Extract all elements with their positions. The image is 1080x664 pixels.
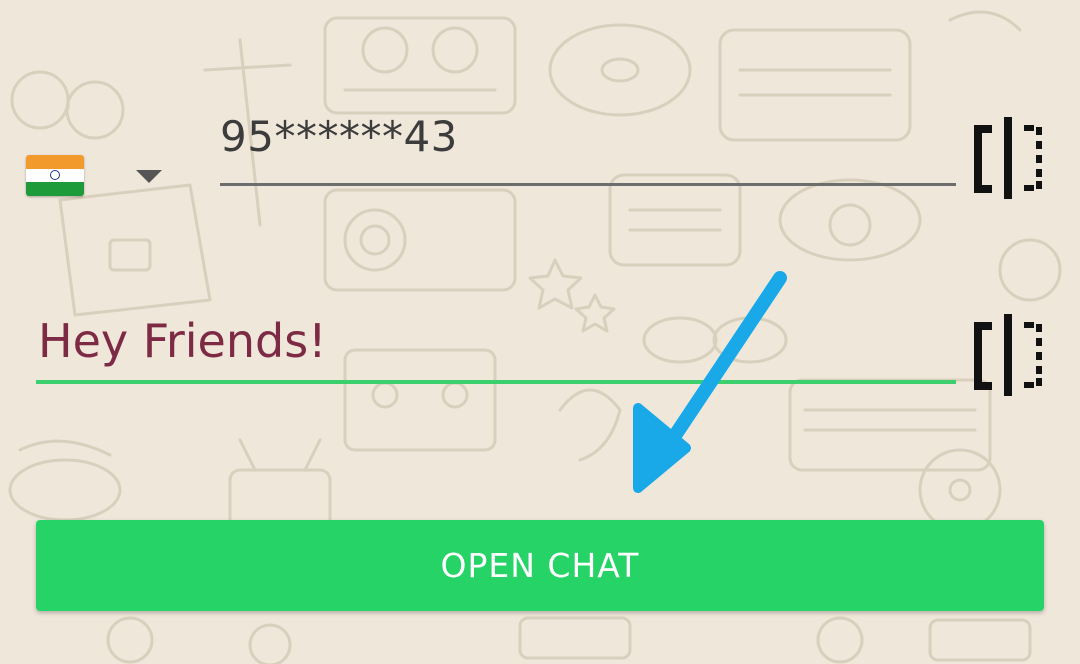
open-chat-label: OPEN CHAT: [440, 546, 640, 585]
caret-down-icon[interactable]: [136, 170, 162, 183]
country-selector[interactable]: [18, 140, 178, 210]
phone-number-value[interactable]: 95******43: [220, 112, 458, 161]
message-value[interactable]: Hey Friends!: [38, 314, 327, 368]
message-field[interactable]: Hey Friends!: [36, 312, 956, 392]
message-field-underline: [36, 380, 956, 384]
phone-field-underline: [220, 183, 956, 186]
paste-icon[interactable]: [970, 117, 1046, 199]
open-chat-button[interactable]: OPEN CHAT: [36, 520, 1044, 611]
india-flag-icon: [26, 155, 84, 196]
paste-icon[interactable]: [970, 314, 1046, 396]
phone-number-field[interactable]: 95******43: [220, 108, 956, 188]
